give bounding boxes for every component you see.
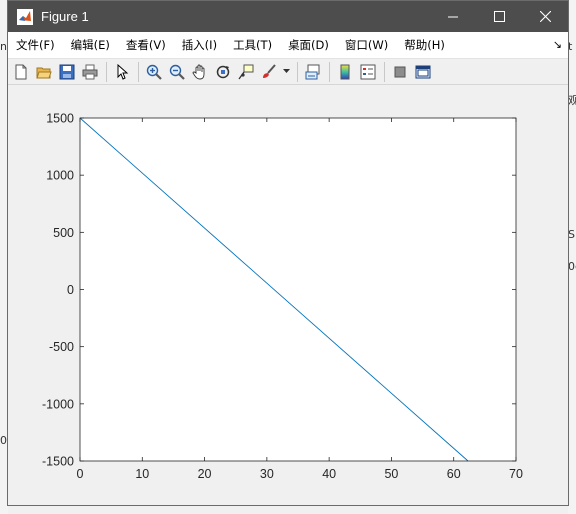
toolbar-separator [329, 61, 330, 82]
pan-button[interactable] [190, 62, 210, 82]
show-plot-tools-button[interactable] [413, 62, 433, 82]
background-right-strip [568, 0, 576, 514]
close-icon [539, 11, 551, 22]
data-cursor-icon [238, 64, 254, 79]
toolbar-separator [297, 61, 298, 82]
link-plot-icon [305, 64, 320, 79]
pointer-icon [117, 63, 129, 80]
menu-edit[interactable]: 编辑(E) [63, 37, 118, 53]
menu-bar: 文件(F) 编辑(E) 查看(V) 插入(I) 工具(T) 桌面(D) 窗口(W… [8, 32, 568, 59]
y-tick-label: 500 [53, 226, 74, 240]
legend-icon [360, 64, 376, 79]
plot-axes[interactable]: 0 10 20 30 40 50 60 70 1500 1000 500 0 -500 -1000 -150… [8, 85, 568, 505]
axes-background [80, 118, 516, 461]
brush-dropdown-button[interactable] [282, 62, 290, 82]
new-figure-icon [15, 64, 27, 79]
x-tick-label: 20 [198, 467, 212, 481]
background-text-fragment: S. [568, 228, 576, 241]
x-tick-label: 70 [509, 467, 523, 481]
x-tick-label: 0 [77, 467, 84, 481]
y-tick-label: 1000 [46, 169, 74, 183]
menu-help[interactable]: 帮助(H) [396, 37, 453, 53]
menu-view[interactable]: 查看(V) [118, 37, 174, 53]
print-button[interactable] [80, 62, 100, 82]
x-tick-label: 10 [135, 467, 149, 481]
hide-plot-tools-button[interactable] [390, 62, 410, 82]
colorbar-icon [340, 64, 350, 79]
rotate-3d-button[interactable] [213, 62, 233, 82]
edit-plot-button[interactable] [112, 62, 132, 82]
save-button[interactable] [57, 62, 77, 82]
y-tick-label: -500 [49, 340, 74, 354]
hide-plot-tools-icon [394, 66, 406, 77]
show-plot-tools-icon [415, 65, 431, 78]
zoom-in-icon [146, 64, 162, 80]
toolbar-separator [138, 61, 139, 82]
x-tick-label: 30 [260, 467, 274, 481]
open-file-icon [36, 67, 52, 78]
matlab-logo-icon [17, 8, 33, 25]
menu-desktop[interactable]: 桌面(D) [280, 37, 337, 53]
y-tick-label: -1000 [42, 397, 74, 411]
chevron-down-icon [282, 69, 290, 73]
zoom-out-icon [169, 64, 185, 80]
x-tick-label: 50 [384, 467, 398, 481]
figure-window: Figure 1 文件(F) 编辑(E) 查看(V) 插入(I) 工具(T) 桌… [7, 0, 569, 506]
x-tick-label: 40 [322, 467, 336, 481]
dock-figure-button[interactable]: ↘ [553, 38, 562, 51]
brush-button[interactable] [259, 62, 279, 82]
pan-icon [192, 64, 205, 79]
insert-legend-button[interactable] [358, 62, 378, 82]
toolbar-separator [106, 61, 107, 82]
menu-window[interactable]: 窗口(W) [337, 37, 396, 53]
maximize-button[interactable] [476, 1, 522, 32]
minimize-icon [447, 16, 458, 18]
y-tick-label: -1500 [42, 455, 74, 469]
data-cursor-button[interactable] [236, 62, 256, 82]
y-tick-label: 1500 [46, 112, 74, 126]
minimize-button[interactable] [430, 1, 476, 32]
y-tick-label: 0 [67, 283, 74, 297]
x-tick-label: 60 [447, 467, 461, 481]
link-plot-button[interactable] [303, 62, 323, 82]
rotate-3d-icon [216, 65, 230, 78]
background-text-fragment: n [0, 40, 7, 53]
figure-canvas[interactable]: 0 10 20 30 40 50 60 70 1500 1000 500 0 -500 -1000 -150… [8, 85, 568, 505]
toolbar-separator [384, 61, 385, 82]
background-text-fragment: 0e [568, 260, 576, 273]
window-title: Figure 1 [41, 9, 89, 24]
save-icon [59, 64, 75, 79]
title-bar[interactable]: Figure 1 [8, 1, 568, 32]
menu-file[interactable]: 文件(F) [8, 37, 63, 53]
open-file-button[interactable] [34, 62, 54, 82]
maximize-icon [493, 11, 505, 22]
menu-insert[interactable]: 插入(I) [174, 37, 225, 53]
new-figure-button[interactable] [11, 62, 31, 82]
figure-toolbar [8, 59, 568, 85]
close-button[interactable] [522, 1, 568, 32]
menu-tools[interactable]: 工具(T) [225, 37, 280, 53]
brush-icon [263, 63, 276, 78]
insert-colorbar-button[interactable] [335, 62, 355, 82]
zoom-out-button[interactable] [167, 62, 187, 82]
zoom-in-button[interactable] [144, 62, 164, 82]
background-text-fragment: 观 [568, 94, 576, 107]
print-icon [82, 64, 98, 79]
